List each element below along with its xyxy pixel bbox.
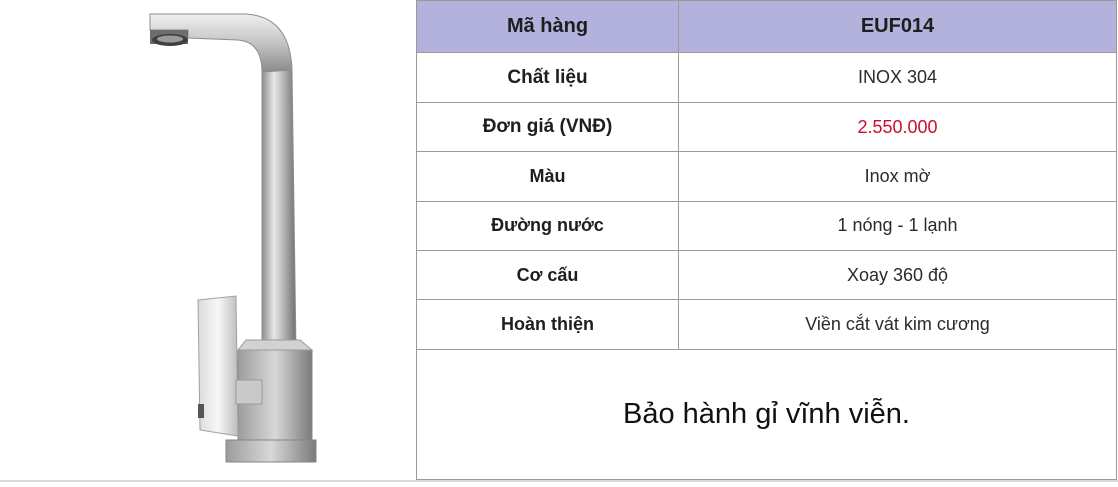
- spec-table: Mã hàng EUF014 Chất liệu INOX 304 Đơn gi…: [416, 0, 1117, 481]
- table-header-row: Mã hàng EUF014: [416, 0, 1117, 54]
- row-label: Màu: [416, 151, 679, 202]
- price-value: 2.550.000: [678, 101, 1117, 153]
- warranty-row: Bảo hành gỉ vĩnh viễn.: [416, 348, 1117, 481]
- row-value: INOX 304: [678, 52, 1117, 103]
- warranty-text: Bảo hành gỉ vĩnh viễn.: [416, 348, 1117, 481]
- table-row: Chất liệu INOX 304: [416, 52, 1117, 103]
- table-row: Đơn giá (VNĐ) 2.550.000: [416, 101, 1117, 153]
- table-row: Cơ cấu Xoay 360 độ: [416, 250, 1117, 301]
- row-label: Hoàn thiện: [416, 299, 679, 350]
- product-image: [0, 0, 416, 482]
- row-label: Đơn giá (VNĐ): [416, 101, 679, 153]
- row-value: Viền cắt vát kim cương: [678, 299, 1117, 350]
- row-label: Đường nước: [416, 200, 679, 252]
- header-value: EUF014: [678, 0, 1117, 54]
- row-value: Inox mờ: [678, 151, 1117, 202]
- table-row: Màu Inox mờ: [416, 151, 1117, 202]
- row-value: Xoay 360 độ: [678, 250, 1117, 301]
- faucet-icon: [149, 13, 317, 463]
- table-row: Hoàn thiện Viền cắt vát kim cương: [416, 299, 1117, 350]
- table-row: Đường nước 1 nóng - 1 lạnh: [416, 200, 1117, 252]
- row-value: 1 nóng - 1 lạnh: [678, 200, 1117, 252]
- row-label: Chất liệu: [416, 52, 679, 103]
- row-label: Cơ cấu: [416, 250, 679, 301]
- header-label: Mã hàng: [416, 0, 679, 54]
